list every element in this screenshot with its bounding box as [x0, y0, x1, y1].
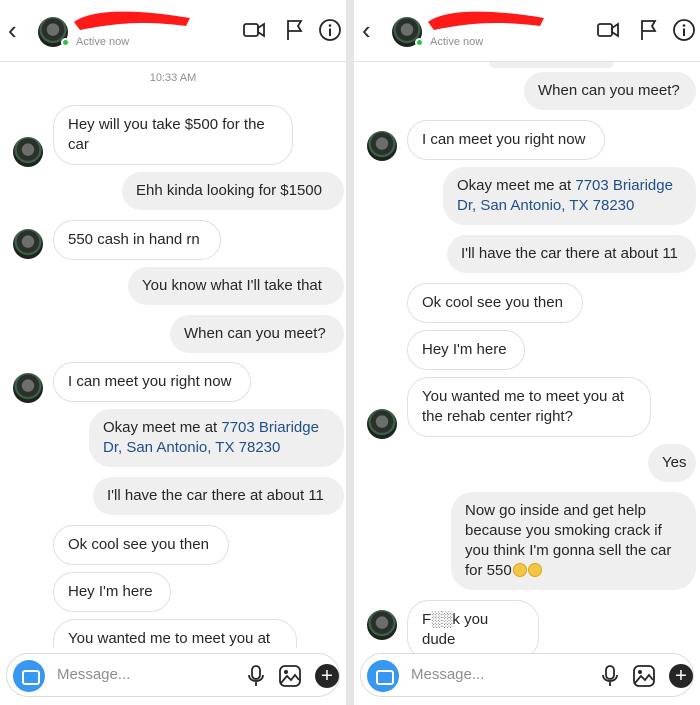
camera-icon[interactable]: [367, 660, 399, 692]
message-bubble-incoming[interactable]: Hey will you take $500 for the car: [53, 105, 293, 165]
online-status-dot: [61, 38, 70, 47]
message-input[interactable]: Message...: [411, 666, 484, 683]
redaction-mark: [428, 11, 544, 31]
avatar: [367, 131, 397, 161]
chat-panel-left: ‹ Active now 10:33 AM Hey will you take …: [0, 0, 346, 705]
message-composer: Message... +: [6, 653, 340, 697]
avatar: [13, 373, 43, 403]
message-text: Okay meet me at: [457, 177, 576, 194]
video-call-icon[interactable]: [596, 18, 620, 42]
avatar: [367, 610, 397, 640]
avatar: [13, 137, 43, 167]
chat-panel-right: ‹ Active now When can you meet? I can me…: [354, 0, 700, 705]
info-icon[interactable]: [672, 18, 696, 42]
message-bubble-incoming[interactable]: Ok cool see you then: [53, 525, 229, 565]
message-bubble-outgoing[interactable]: Now go inside and get help because you s…: [451, 492, 696, 590]
message-bubble-incoming[interactable]: Hey I'm here: [407, 330, 525, 370]
message-bubble-outgoing[interactable]: Yes: [648, 444, 696, 482]
message-bubble-incoming[interactable]: You wanted me to meet you at the rehab c…: [407, 377, 651, 437]
message-text: Now go inside and get help because you s…: [465, 502, 672, 579]
message-bubble-outgoing[interactable]: Okay meet me at 7703 Briaridge Dr, San A…: [89, 409, 344, 467]
flag-icon[interactable]: [282, 18, 306, 42]
active-status-text: Active now: [430, 36, 484, 48]
message-bubble-outgoing[interactable]: Ehh kinda looking for $1500: [122, 172, 344, 210]
add-icon[interactable]: +: [669, 664, 693, 688]
message-bubble-incoming[interactable]: Ok cool see you then: [407, 283, 583, 323]
message-composer: Message... +: [360, 653, 694, 697]
microphone-icon[interactable]: [243, 663, 269, 689]
microphone-icon[interactable]: [597, 663, 623, 689]
chat-header: ‹ Active now: [0, 0, 346, 62]
message-bubble-outgoing[interactable]: You know what I'll take that: [128, 267, 344, 305]
video-call-icon[interactable]: [242, 18, 266, 42]
gallery-icon[interactable]: [631, 663, 657, 689]
message-bubble-incoming[interactable]: I can meet you right now: [53, 362, 251, 402]
chevron-left-icon[interactable]: ‹: [8, 16, 28, 44]
message-bubble-incoming[interactable]: Hey I'm here: [53, 572, 171, 612]
laughing-emoji-icon: [512, 563, 527, 577]
message-bubble-outgoing[interactable]: I'll have the car there at about 11: [93, 477, 344, 515]
message-text: Okay meet me at: [103, 419, 222, 436]
flag-icon[interactable]: [636, 18, 660, 42]
online-status-dot: [415, 38, 424, 47]
message-input[interactable]: Message...: [57, 666, 130, 683]
add-icon[interactable]: +: [315, 664, 339, 688]
info-icon[interactable]: [318, 18, 342, 42]
message-bubble-incoming[interactable]: 550 cash in hand rn: [53, 220, 221, 260]
avatar: [367, 409, 397, 439]
message-bubble-outgoing[interactable]: When can you meet?: [170, 315, 344, 353]
message-bubble-outgoing[interactable]: Okay meet me at 7703 Briaridge Dr, San A…: [443, 167, 696, 225]
camera-icon[interactable]: [13, 660, 45, 692]
message-bubble-incoming[interactable]: F░░k you dude: [407, 600, 539, 660]
message-timestamp: 10:33 AM: [149, 72, 197, 84]
message-bubble-outgoing[interactable]: I'll have the car there at about 11: [447, 235, 696, 273]
chat-header: ‹ Active now: [354, 0, 700, 62]
chevron-left-icon[interactable]: ‹: [362, 16, 382, 44]
message-bubble-incoming[interactable]: I can meet you right now: [407, 120, 605, 160]
gallery-icon[interactable]: [277, 663, 303, 689]
active-status-text: Active now: [76, 36, 130, 48]
laughing-emoji-icon: [527, 563, 542, 577]
avatar: [13, 229, 43, 259]
message-bubble-outgoing[interactable]: When can you meet?: [524, 72, 696, 110]
redaction-mark: [74, 11, 190, 31]
